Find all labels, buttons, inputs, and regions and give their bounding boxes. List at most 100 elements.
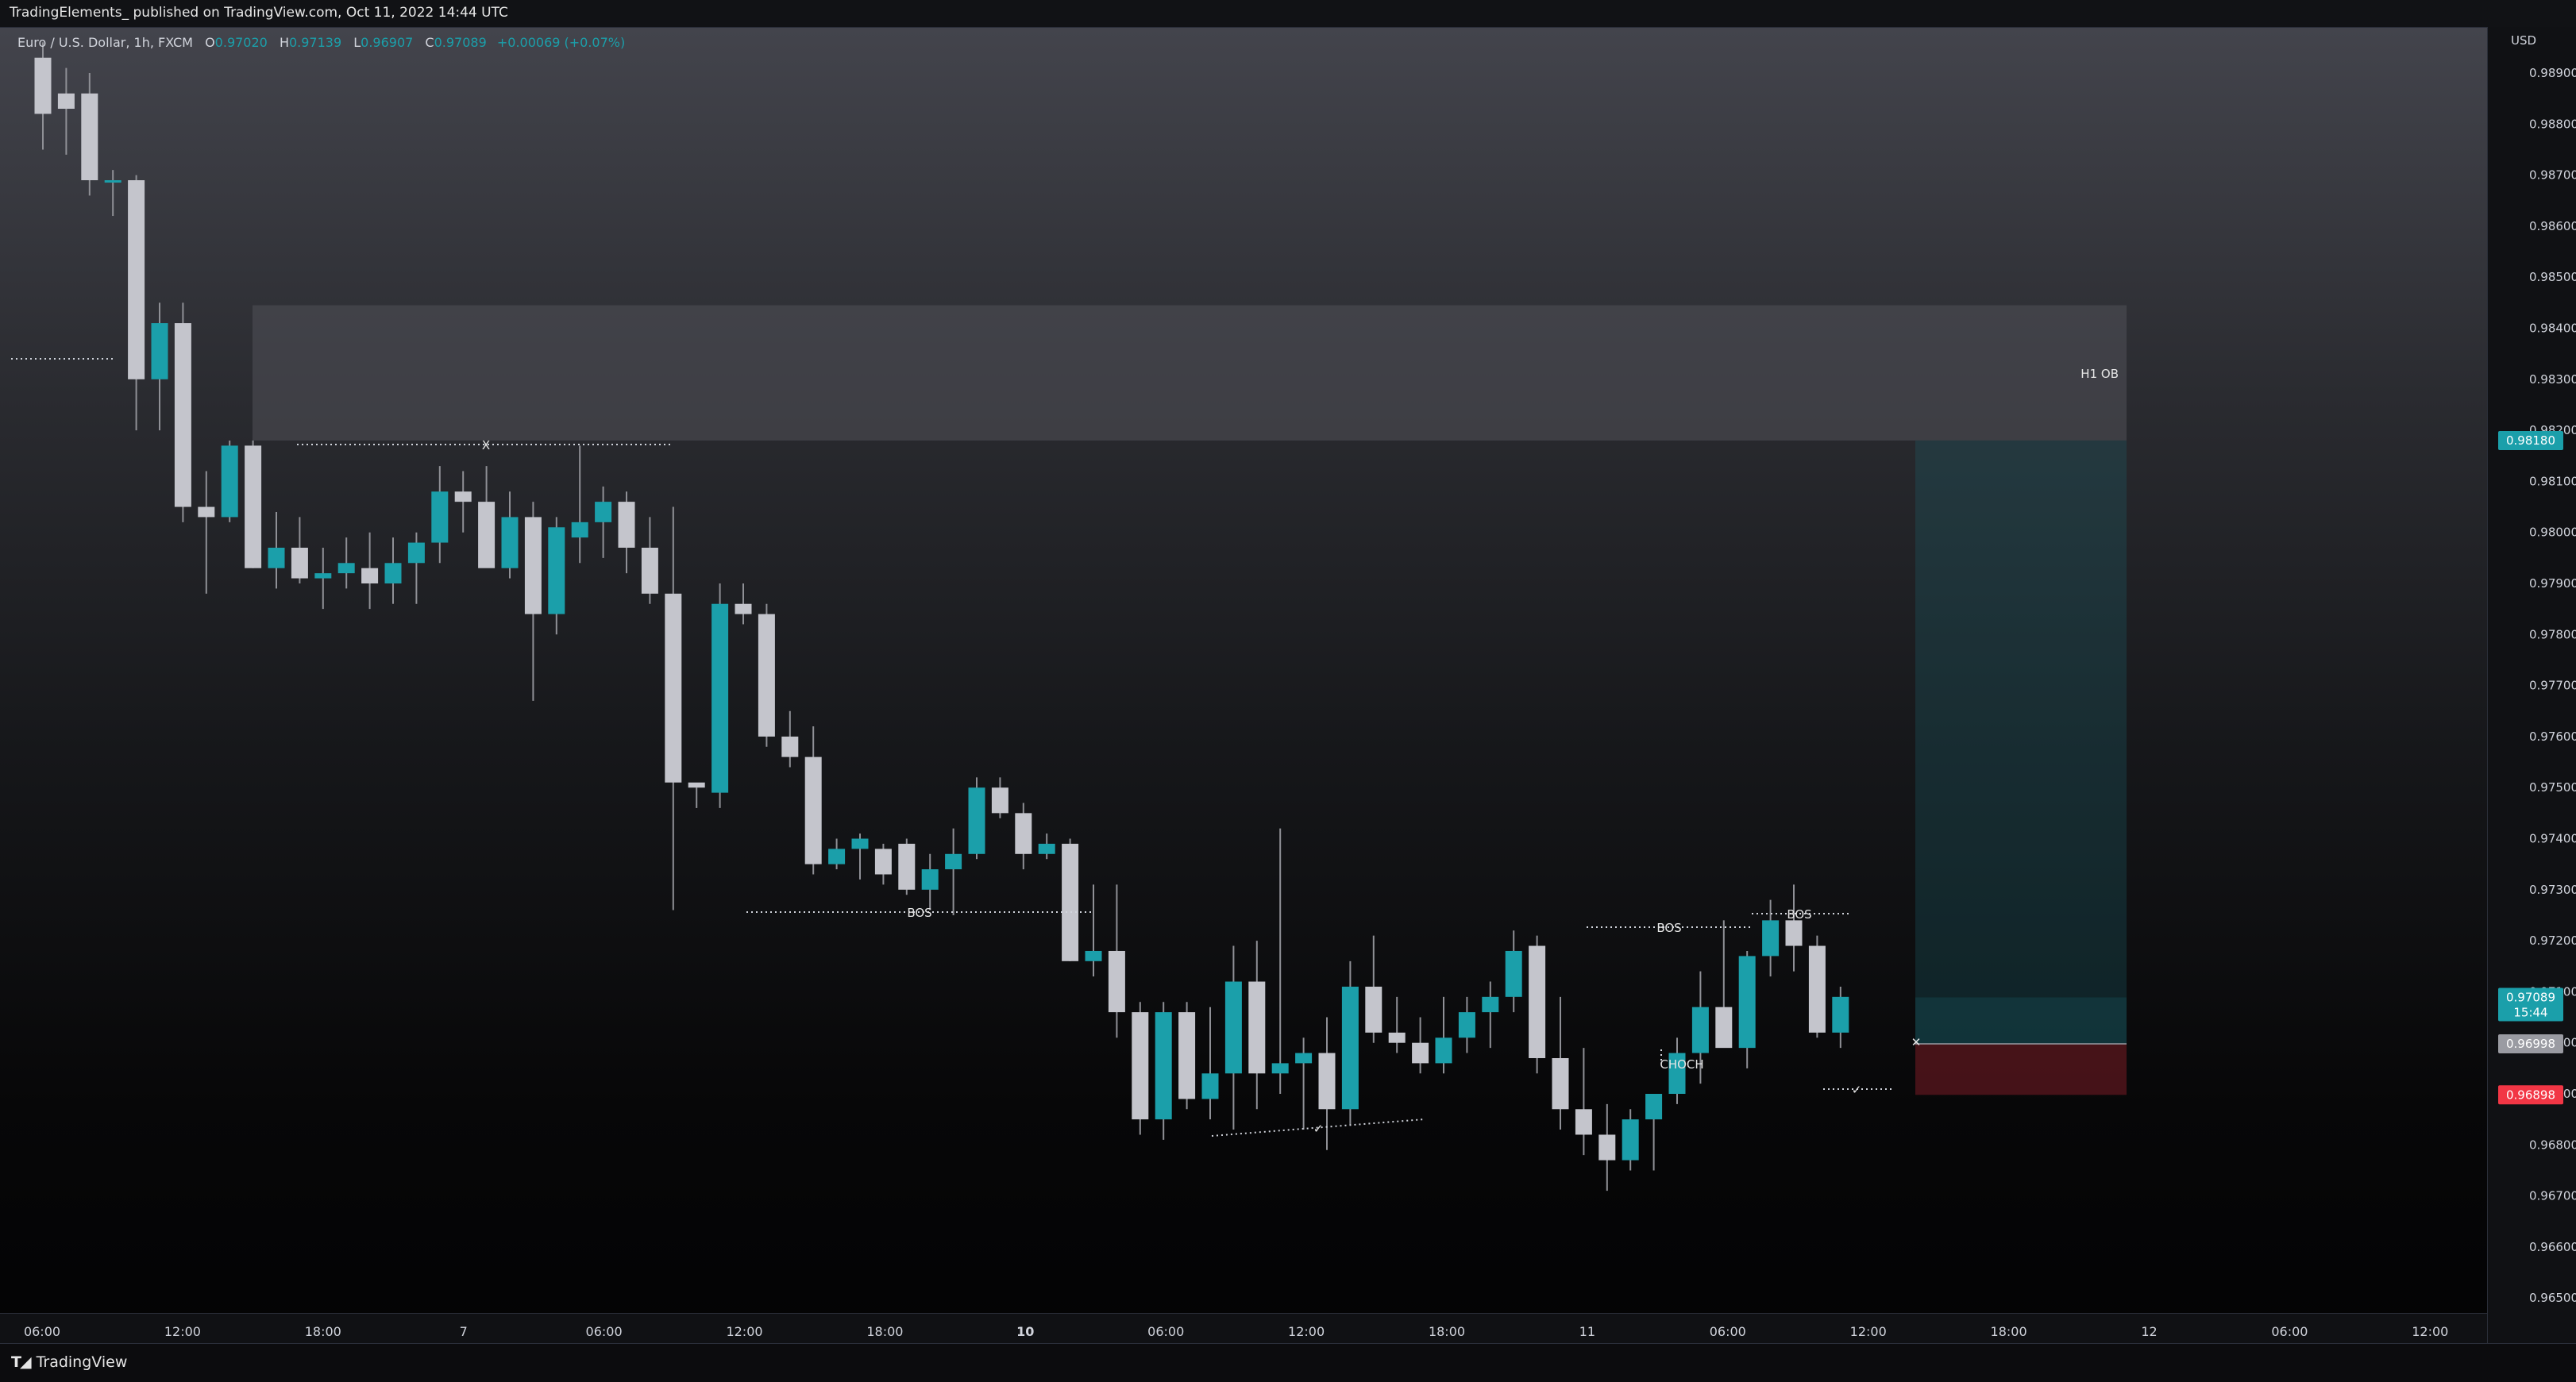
time-tick-label: 06:00: [1710, 1324, 1746, 1339]
symbol-name[interactable]: Euro / U.S. Dollar, 1h, FXCM: [17, 35, 193, 50]
close-value: 0.97089: [434, 35, 487, 50]
candle-body: [1341, 986, 1359, 1110]
open-value: 0.97020: [214, 35, 268, 50]
candle-body: [1762, 920, 1780, 957]
h1-ob-label: H1 OB: [2080, 367, 2119, 381]
price-tick-label: 0.97800: [2529, 627, 2576, 641]
candle-body: [478, 502, 496, 568]
time-tick-label: 06:00: [1147, 1324, 1184, 1339]
candle-body: [595, 502, 612, 522]
time-tick-label: 06:00: [586, 1324, 623, 1339]
candle-body: [1458, 1012, 1475, 1038]
footer-bar: [0, 1343, 2576, 1382]
candle-body: [1738, 956, 1756, 1049]
price-tick-label: 0.96500: [2529, 1291, 2576, 1305]
candle-body: [337, 563, 355, 574]
candle-body: [1482, 996, 1499, 1013]
price-tick-label: 0.97300: [2529, 883, 2576, 897]
candle-body: [1691, 1007, 1709, 1053]
candle-body: [1271, 1063, 1289, 1074]
time-tick-label: 12:00: [2412, 1324, 2448, 1339]
change-value: +0.00069 (+0.07%): [496, 35, 626, 50]
price-badge-label: 0.96898: [2506, 1088, 2555, 1102]
candle-body: [898, 843, 916, 890]
price-tick-label: 0.98500: [2529, 270, 2576, 284]
candle-body: [1038, 843, 1055, 854]
price-tick-label: 0.98000: [2529, 525, 2576, 540]
candle-body: [945, 853, 962, 870]
price-badge-label: 0.96998: [2506, 1037, 2555, 1051]
candle-body: [1062, 843, 1079, 961]
candle-body: [1808, 945, 1826, 1033]
price-badge-label: 0.97089: [2506, 990, 2555, 1004]
time-tick-label: 12:00: [164, 1324, 201, 1339]
price-tick-label: 0.98900: [2529, 66, 2576, 80]
bos-label-2: BOS: [1656, 921, 1681, 935]
candle-body: [1388, 1032, 1406, 1043]
price-tick-label: 0.97600: [2529, 729, 2576, 744]
time-tick-label: 11: [1579, 1324, 1595, 1339]
candle-body: [1435, 1037, 1452, 1064]
high-label: H: [279, 35, 289, 50]
price-tick-label: 0.98300: [2529, 372, 2576, 387]
candle-body: [1295, 1053, 1313, 1064]
price-badge-label: 0.98180: [2506, 433, 2555, 448]
candle-body: [245, 445, 262, 568]
candle-body: [1832, 996, 1849, 1033]
candle-body: [291, 547, 308, 579]
candle-body: [1248, 981, 1266, 1074]
price-tick-label: 0.97700: [2529, 679, 2576, 693]
candle-body: [1085, 950, 1102, 961]
candle-body: [991, 787, 1008, 814]
tradingview-chart-window: TradingElements_ published on TradingVie…: [0, 0, 2576, 1382]
candle-body: [1108, 950, 1125, 1013]
stop-loss-zone: [1915, 1043, 2127, 1095]
candle-body: [735, 603, 752, 614]
time-tick-label: 06:00: [24, 1324, 60, 1339]
candle-body: [1785, 920, 1803, 946]
candle-body: [314, 573, 332, 579]
price-tick-label: 0.96700: [2529, 1189, 2576, 1203]
time-tick-label: 12:00: [726, 1324, 762, 1339]
low-label: L: [353, 35, 361, 50]
time-tick-label: 10: [1016, 1324, 1034, 1339]
candle-body: [268, 547, 285, 568]
candle-body: [174, 323, 191, 507]
candle-body: [1178, 1012, 1196, 1099]
time-tick-label: 18:00: [866, 1324, 903, 1339]
candle-body: [1132, 1012, 1149, 1120]
choch-label: CHOCH: [1660, 1057, 1703, 1072]
symbol-legend[interactable]: Euro / U.S. Dollar, 1h, FXCM O0.97020 H0…: [17, 35, 625, 50]
candle-body: [34, 57, 52, 114]
price-tick-label: 0.98100: [2529, 474, 2576, 488]
price-badge-countdown: 15:44: [2513, 1005, 2547, 1019]
entry-cross-mark: ✕: [1911, 1035, 1922, 1049]
candle-body: [921, 869, 939, 890]
price-tick-label: 0.97500: [2529, 780, 2576, 795]
candle-body: [711, 603, 729, 793]
candle-body: [1645, 1094, 1663, 1120]
h1-order-block-zone: [253, 305, 2127, 441]
candle-body: [758, 614, 775, 737]
candle-body: [968, 787, 985, 854]
candle-body: [1365, 986, 1382, 1033]
chart-canvas: H1 OB X BOS ✓ BOS CHOCH BOS ✓ ✕ USD 0.98900 0.98800…: [11, 33, 2576, 1339]
candle-body: [1412, 1042, 1429, 1064]
candle-body: [104, 180, 121, 183]
price-tick-label: 0.98700: [2529, 168, 2576, 183]
candle-body: [1622, 1119, 1639, 1161]
check-mark-1: ✓: [1313, 1122, 1324, 1136]
candle-body: [828, 849, 846, 864]
take-profit-zone: [1915, 440, 2127, 998]
bos-label-3: BOS: [1787, 907, 1811, 922]
candle-body: [571, 522, 588, 538]
price-tick-label: 0.96600: [2529, 1240, 2576, 1254]
candle-body: [1529, 945, 1546, 1058]
candle-body: [454, 491, 472, 502]
time-tick-label: 06:00: [2271, 1324, 2308, 1339]
bos-label-1: BOS: [907, 906, 931, 920]
time-tick-label: 12:00: [1288, 1324, 1325, 1339]
candle-body: [431, 491, 449, 543]
tradingview-brand[interactable]: T◢ TradingView: [11, 1353, 127, 1371]
time-tick-label: 12: [2141, 1324, 2157, 1339]
